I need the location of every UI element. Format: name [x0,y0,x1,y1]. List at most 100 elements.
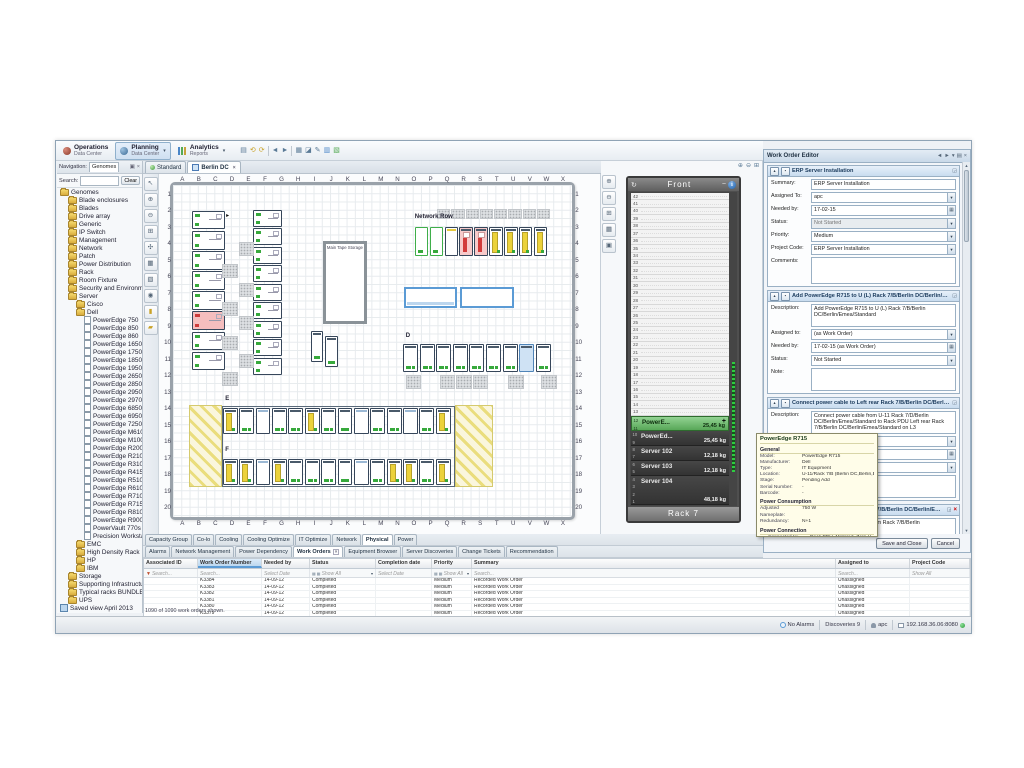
view-tab-power[interactable]: Power [394,534,418,545]
floorplan-server[interactable] [192,311,225,330]
link-icon[interactable]: ▪ [781,167,790,176]
floorplan-rack[interactable] [288,459,303,485]
floorplan-rack[interactable] [415,227,428,256]
floorplan-rack[interactable] [239,408,254,434]
column-header[interactable]: Work Order Number [198,559,262,568]
column-filter[interactable]: ▦▦Show All▾ [432,569,472,577]
column-filter[interactable]: Search... [472,569,836,577]
cancel-button[interactable]: Cancel [931,538,960,549]
clear-button[interactable]: Clear [121,176,140,185]
floorplan-rack[interactable] [445,227,458,256]
rack-slot[interactable]: 24 [631,327,729,334]
tree-item[interactable]: PowerEdge 2970 [57,396,142,404]
grid-icon[interactable]: ▦ [602,223,616,237]
genomes-tab[interactable]: Genomes [89,162,119,172]
rack-slot[interactable]: 32 [631,267,729,274]
tab-planning[interactable]: Planning Data Center ▾ [115,142,171,160]
column-header[interactable]: Assigned to [836,559,910,568]
floorplan-rack[interactable] [403,408,418,434]
tree-item[interactable]: Blade enclosures [57,196,142,204]
floorplan-rack[interactable] [536,344,551,372]
column-filter[interactable]: Search... [198,569,262,577]
floorplan-rack[interactable] [453,344,468,372]
section-header[interactable]: ▴▪Add PowerEdge R715 to U (L) Rack 7/B/B… [768,291,959,302]
collapse-icon[interactable]: ▴ [770,167,779,176]
layers-icon[interactable]: ▧ [144,273,158,287]
close-icon[interactable]: × [333,549,340,556]
info-icon[interactable]: i [728,181,736,189]
tree-item[interactable]: Management [57,236,142,244]
tool-tab-server-discoveries[interactable]: Server Discoveries [402,546,457,557]
rack-slot[interactable]: 16 [631,386,729,393]
section-header[interactable]: ▴▪Connect power cable to Left rear Rack … [768,398,959,409]
floorplan-rack[interactable] [370,459,385,485]
tree-item[interactable]: Drive array [57,212,142,220]
save-and-close-button[interactable]: Save and Close [876,538,928,549]
floorplan-server[interactable] [253,321,281,338]
rack-slot[interactable]: 15 [631,394,729,401]
tree-item[interactable]: Saved view April 2013 [57,604,142,612]
rack-slot[interactable]: 37 [631,230,729,237]
floorplan-server[interactable] [253,265,281,282]
tree-item[interactable]: PowerEdge 2650 [57,372,142,380]
floorplan-rack[interactable] [354,408,369,434]
expand-icon[interactable]: ◲ [952,293,957,299]
rack-slot[interactable]: 17 [631,379,729,386]
lock-icon[interactable]: ▮ [144,305,158,319]
floorplan-rack[interactable] [419,459,434,485]
doc-green-icon[interactable]: ▧ [333,147,340,155]
floorplan-rack[interactable] [436,408,451,434]
floorplan-server[interactable] [192,332,225,351]
link-icon[interactable]: ▪ [781,399,790,408]
rack-equipment[interactable]: 4 3 2 1 Server 10448,18 kg [631,476,729,506]
floorplan-rack[interactable] [325,336,338,367]
field-priority[interactable]: Medium [811,231,956,242]
floorplan-server[interactable] [253,228,281,245]
tree-item[interactable]: IBM [57,564,142,572]
fit-view-icon[interactable]: ⊞ [144,225,158,239]
scrollbar-thumb[interactable] [964,170,969,242]
floorplan-rack[interactable] [288,408,303,434]
rack-slot[interactable]: 20 [631,357,729,364]
image-icon[interactable]: ▦ [295,147,302,155]
redo-icon[interactable]: ⟳ [259,147,265,155]
floorplan-server[interactable] [253,284,281,301]
alarm-status[interactable]: No Alarms [780,622,815,628]
floorplan-rack[interactable] [504,227,517,256]
field-note[interactable] [811,368,956,391]
tree-item[interactable]: PowerEdge 2850 [57,380,142,388]
floorplan-server[interactable] [253,247,281,264]
floorplan-server[interactable] [253,358,281,375]
tab-berlin-dc[interactable]: Berlin DC × [187,161,240,173]
zoom-in-icon[interactable]: ⊕ [602,175,616,189]
tool-tab-work-orders[interactable]: Work Orders× [293,546,343,557]
view-tab-cooling[interactable]: Cooling [215,534,242,545]
tree-item[interactable]: PowerEdge M1000e [57,436,142,444]
view-tab-co-lo[interactable]: Co-lo [193,534,214,545]
scrollbar[interactable]: ▲ ▼ [962,162,970,534]
crac-unit[interactable] [404,287,457,308]
floorplan-rack[interactable] [239,459,254,485]
tree-item[interactable]: Power Distribution [57,260,142,268]
tool-tab-recommendation[interactable]: Recommendation [506,546,558,557]
tab-operations[interactable]: Operations Data Center [58,142,113,160]
floorplan-canvas[interactable]: AABBCCDDEEFFGGHHIIJJKKLLMMNNOOPPQQRRSSTT… [160,174,600,534]
tool-tab-alarms[interactable]: Alarms [145,546,170,557]
tree-item[interactable]: Patch [57,252,142,260]
floorplan-rack[interactable] [430,227,443,256]
field-neededby[interactable]: 17-02-15 (as Work Order) [811,342,956,353]
tree-item[interactable]: Precision Workstation 7300 [57,532,142,540]
floorplan-rack[interactable] [338,459,353,485]
minimize-icon[interactable]: − [722,181,726,188]
close-icon[interactable]: × [233,165,236,171]
table-icon[interactable]: ▣ [602,239,616,253]
scroll-down-icon[interactable]: ▼ [963,527,970,534]
tree-item[interactable]: Generic [57,220,142,228]
tree-item[interactable]: PowerEdge 1750 [57,348,142,356]
tree-item[interactable]: Dell [57,308,142,316]
rack-slot[interactable]: 22 [631,342,729,349]
field-comments[interactable] [811,257,956,284]
tree-item[interactable]: Blades [57,204,142,212]
tree-item[interactable]: PowerEdge R900 [57,516,142,524]
floorplan-server[interactable] [192,271,225,290]
